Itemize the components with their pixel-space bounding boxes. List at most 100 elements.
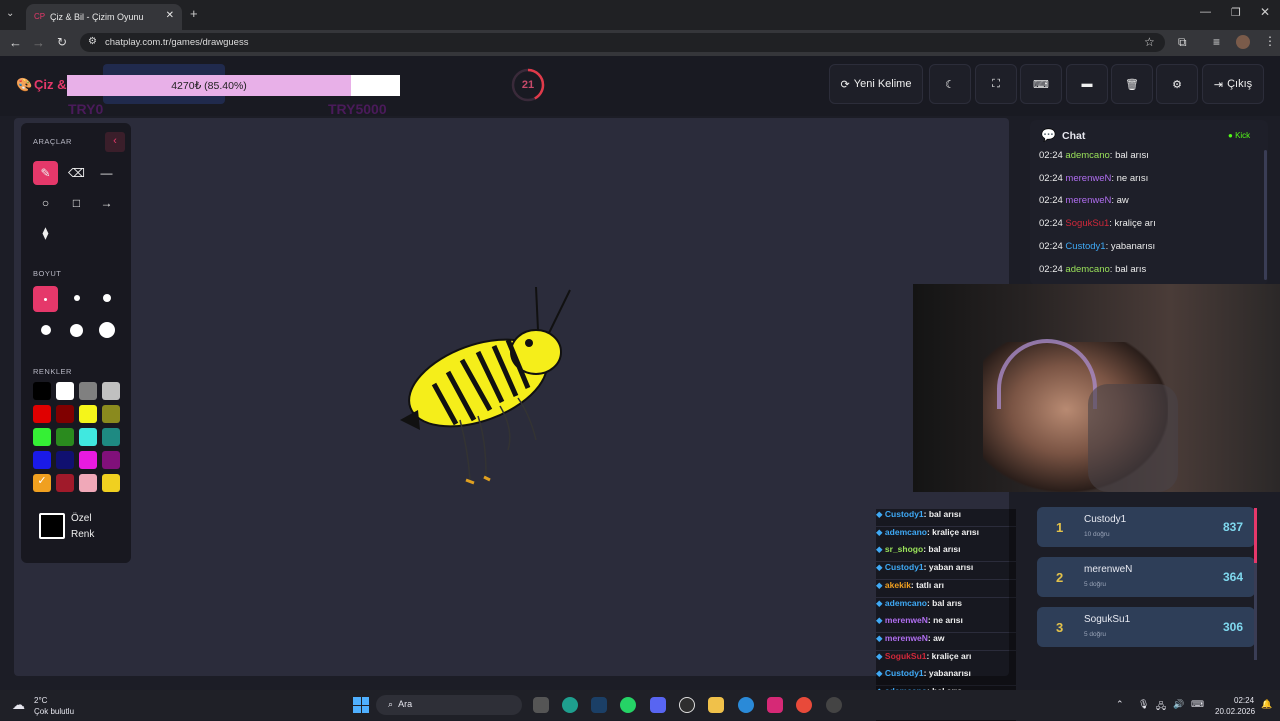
address-bar[interactable]: ⚙ chatplay.com.tr/games/drawguess [80, 33, 1165, 52]
whatsapp-icon[interactable] [620, 697, 636, 713]
color-swatch[interactable] [102, 451, 120, 469]
leaderboard-scrollbar[interactable] [1254, 508, 1257, 660]
colors-section-title: RENKLER [33, 367, 72, 376]
fullscreen-button[interactable]: ⛶ [975, 64, 1017, 104]
size-option-3[interactable] [94, 286, 119, 310]
color-swatch[interactable] [56, 405, 74, 423]
color-swatch[interactable] [33, 428, 51, 446]
rectangle-tool[interactable]: □ [64, 191, 89, 215]
arrow-tool[interactable]: → [94, 191, 119, 215]
custom-color-label[interactable]: Özel Renk [71, 511, 94, 543]
chat-message: 02:24 ademcano: bal arısı [1039, 150, 1149, 161]
site-info-icon[interactable]: ⚙ [88, 36, 97, 47]
microphone-icon[interactable]: 🎙 [1138, 699, 1149, 710]
color-swatch[interactable] [79, 405, 97, 423]
color-swatch[interactable] [102, 428, 120, 446]
taskbar-search[interactable]: ⌕ Ara [376, 695, 522, 715]
browser-menu-icon[interactable]: ⋮ [1264, 34, 1276, 48]
size-option-2[interactable] [64, 286, 89, 310]
obs-icon[interactable] [826, 697, 842, 713]
bookmark-star-icon[interactable]: ☆ [1144, 35, 1155, 49]
color-swatch[interactable] [102, 405, 120, 423]
settings-button[interactable]: ⚙ [1156, 64, 1198, 104]
task-view-icon[interactable] [533, 697, 549, 713]
color-swatch[interactable] [79, 451, 97, 469]
clear-button[interactable]: 🗑 [1111, 64, 1153, 104]
line-tool[interactable]: — [94, 161, 119, 185]
custom-color-swatch[interactable] [39, 513, 65, 539]
brush-tool[interactable]: ✎ [33, 161, 58, 185]
color-swatch[interactable] [56, 474, 74, 492]
volume-icon[interactable]: 🔊 [1173, 699, 1184, 710]
size-option-5[interactable] [64, 318, 89, 342]
chat-message: 02:24 merenweN: aw [1039, 195, 1129, 206]
chat-user[interactable]: Custody1 [1065, 241, 1105, 252]
exit-button[interactable]: ⇥ Çıkış [1202, 64, 1264, 104]
chat-user[interactable]: SogukSu1 [1065, 218, 1109, 229]
reload-icon[interactable]: ↻ [57, 35, 67, 49]
close-tab-icon[interactable]: ✕ [166, 10, 174, 21]
chat-user[interactable]: ademcano [1065, 264, 1109, 275]
color-swatch[interactable] [102, 382, 120, 400]
dark-mode-button[interactable]: ☾ [929, 64, 971, 104]
weather-icon: ☁ [12, 697, 25, 712]
clock-date[interactable]: 20.02.2026 [1215, 707, 1255, 716]
color-swatch[interactable] [33, 451, 51, 469]
xbox-icon[interactable] [679, 697, 695, 713]
chat-user[interactable]: ademcano [1065, 150, 1109, 161]
back-icon[interactable]: ← [9, 35, 22, 50]
keyboard-layout-icon[interactable]: ⌨ [1191, 699, 1204, 710]
network-icon[interactable]: 🖧 [1156, 699, 1166, 715]
color-swatch[interactable] [79, 428, 97, 446]
archive-button[interactable]: ▬ [1066, 64, 1108, 104]
instagram-icon[interactable] [767, 697, 783, 713]
tab-list-icon[interactable]: ⌄ [6, 8, 14, 19]
tray-chevron-icon[interactable]: ⌃ [1116, 699, 1124, 710]
new-word-button[interactable]: ⟳ Yeni Kelime [829, 64, 923, 104]
leaderboard-row: 2 merenweN 5 doğru 364 [1037, 557, 1255, 597]
close-window-icon[interactable]: ✕ [1260, 5, 1270, 19]
kick-label: Kick [1235, 131, 1251, 140]
steam-icon[interactable] [591, 697, 607, 713]
start-button[interactable] [353, 697, 369, 713]
size-option-1[interactable] [33, 286, 58, 312]
overlay-chat-message: ◆ sr_shogo: bal arısı [876, 544, 1016, 562]
color-swatch[interactable]: ✓ [33, 474, 51, 492]
edge-icon[interactable] [562, 697, 578, 713]
notification-icon[interactable]: 🔔 [1261, 699, 1272, 710]
color-swatch[interactable] [56, 451, 74, 469]
keyboard-button[interactable]: ⌨ [1020, 64, 1062, 104]
color-swatch[interactable] [33, 405, 51, 423]
new-tab-icon[interactable]: + [190, 6, 198, 21]
color-swatch[interactable] [33, 382, 51, 400]
edge-browser-icon[interactable] [738, 697, 754, 713]
eraser-tool[interactable]: ⌫ [64, 161, 89, 185]
fill-bucket-tool[interactable]: ⧫ [33, 221, 58, 245]
discord-icon[interactable] [650, 697, 666, 713]
maximize-icon[interactable]: ❐ [1231, 6, 1241, 19]
extensions-icon[interactable]: ⧉ [1178, 35, 1187, 50]
color-swatch[interactable] [79, 382, 97, 400]
chat-user[interactable]: merenweN [1065, 195, 1111, 206]
circle-tool[interactable]: ○ [33, 191, 58, 215]
reading-list-icon[interactable]: ≡ [1213, 35, 1220, 49]
color-swatch[interactable] [56, 428, 74, 446]
color-swatch[interactable] [102, 474, 120, 492]
collapse-panel-button[interactable]: ‹ [105, 132, 125, 152]
size-option-4[interactable] [33, 318, 58, 342]
forward-icon[interactable]: → [32, 35, 45, 50]
color-swatch[interactable] [79, 474, 97, 492]
color-swatch[interactable] [56, 382, 74, 400]
chat-user[interactable]: merenweN [1065, 173, 1111, 184]
browser-tab[interactable]: CP Çiz & Bil - Çizim Oyunu ✕ [26, 4, 182, 30]
chrome-icon[interactable] [796, 697, 812, 713]
minimize-icon[interactable]: — [1200, 6, 1211, 18]
url-text: chatplay.com.tr/games/drawguess [105, 37, 249, 48]
chat-scrollbar[interactable] [1264, 150, 1267, 280]
clock-time[interactable]: 02:24 [1234, 696, 1254, 705]
ghost-text-right: TRY5000 [328, 101, 387, 117]
file-explorer-icon[interactable] [708, 697, 724, 713]
size-option-6[interactable] [94, 318, 119, 342]
profile-avatar[interactable] [1236, 35, 1250, 49]
lb-name: merenweN [1084, 564, 1133, 575]
